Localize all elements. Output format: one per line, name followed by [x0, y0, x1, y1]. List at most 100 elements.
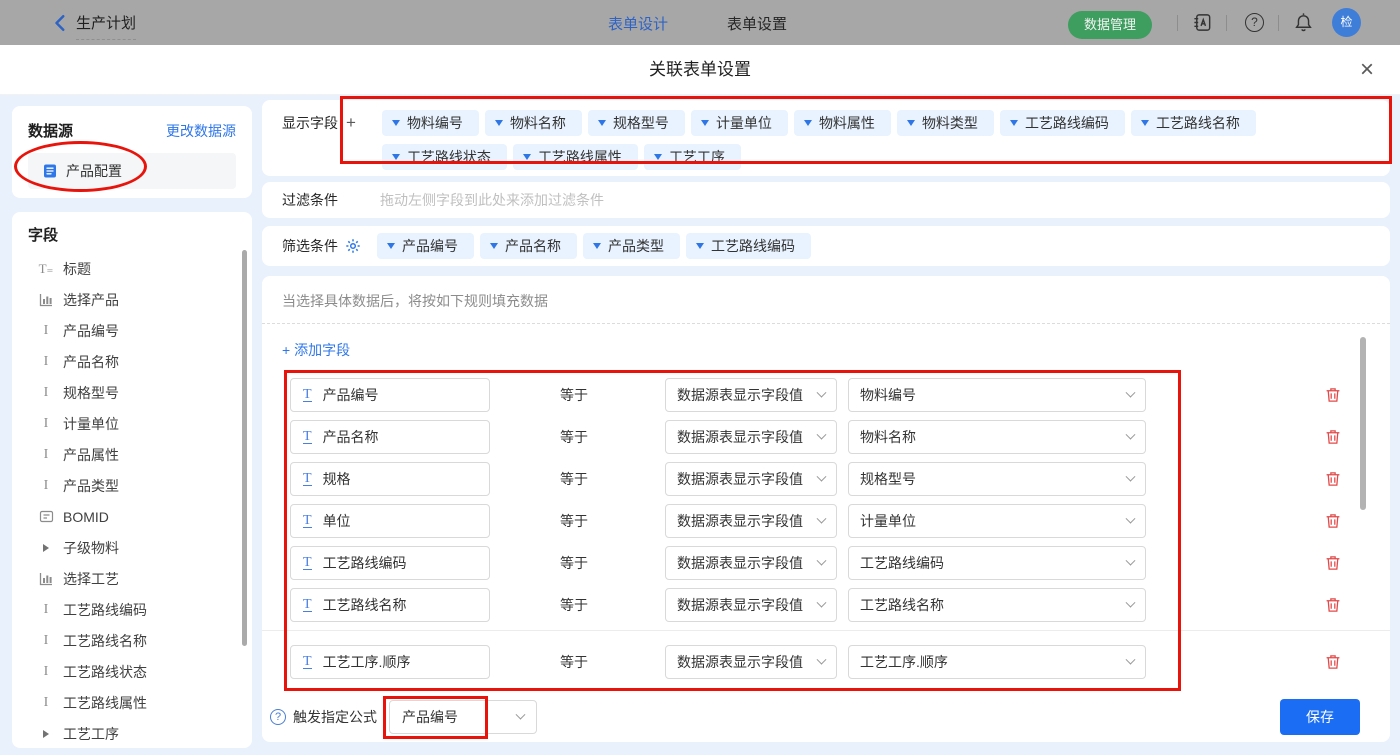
field-tag[interactable]: 计量单位 — [691, 110, 788, 136]
sidebar-field-item[interactable]: I产品属性 — [28, 439, 236, 470]
sidebar-field-item[interactable]: I产品名称 — [28, 346, 236, 377]
sidebar-field-label: 产品名称 — [63, 352, 119, 372]
rule-value-select[interactable]: 工艺路线编码 — [848, 546, 1146, 580]
rule-source-select[interactable]: 数据源表显示字段值 — [665, 588, 837, 622]
rule-value-select[interactable]: 规格型号 — [848, 462, 1146, 496]
delete-row-button[interactable] — [1324, 513, 1342, 531]
delete-row-button[interactable] — [1324, 471, 1342, 489]
field-tag-label: 工艺工序 — [669, 147, 725, 167]
rule-value-select[interactable]: 物料名称 — [848, 420, 1146, 454]
text-field-icon: I — [38, 479, 54, 493]
field-tag[interactable]: 物料属性 — [794, 110, 891, 136]
sidebar-field-item[interactable]: I工艺路线状态 — [28, 656, 236, 687]
sidebar-field-item[interactable]: I规格型号 — [28, 377, 236, 408]
change-datasource-link[interactable]: 更改数据源 — [166, 121, 236, 141]
field-tag[interactable]: 物料名称 — [485, 110, 582, 136]
rule-value-select[interactable]: 物料编号 — [848, 378, 1146, 412]
rule-target-field[interactable]: T单位 — [290, 504, 490, 538]
field-tag[interactable]: 规格型号 — [588, 110, 685, 136]
field-tag[interactable]: 工艺路线编码 — [1000, 110, 1125, 136]
chevron-down-icon — [1126, 513, 1136, 523]
help-icon[interactable]: ? — [1245, 13, 1264, 32]
data-manage-button[interactable]: 数据管理 — [1068, 11, 1152, 39]
rule-value-select[interactable]: 计量单位 — [848, 504, 1146, 538]
sidebar-field-item[interactable]: I工艺路线名称 — [28, 625, 236, 656]
rule-source-select[interactable]: 数据源表显示字段值 — [665, 462, 837, 496]
field-tag[interactable]: 工艺路线属性 — [513, 144, 638, 170]
dropdown-triangle-icon — [701, 120, 709, 126]
tab-form-design[interactable]: 表单设计 — [608, 13, 668, 34]
datasource-item-product-config[interactable]: 产品配置 — [28, 153, 236, 189]
title-icon: T₌ — [38, 261, 54, 277]
rule-operator-label: 等于 — [560, 553, 588, 573]
delete-row-button[interactable] — [1324, 429, 1342, 447]
rule-source-select[interactable]: 数据源表显示字段值 — [665, 504, 837, 538]
trigger-field-select[interactable]: 产品编号 — [389, 700, 537, 734]
dropdown-triangle-icon — [696, 243, 704, 249]
notification-bell-icon[interactable] — [1293, 12, 1314, 33]
sidebar-field-item[interactable]: 选择产品 — [28, 284, 236, 315]
sidebar-field-item[interactable]: 工艺工序 — [28, 718, 236, 749]
rule-target-field[interactable]: T规格 — [290, 462, 490, 496]
modal-header: 关联表单设置 × — [0, 45, 1400, 95]
rule-source-value: 数据源表显示字段值 — [677, 469, 803, 489]
filter-dropzone-placeholder[interactable]: 拖动左侧字段到此处来添加过滤条件 — [380, 190, 604, 210]
rule-target-field[interactable]: T产品编号 — [290, 378, 490, 412]
sidebar-field-item[interactable]: BOMID — [28, 501, 236, 532]
close-icon[interactable]: × — [1360, 55, 1374, 85]
sidebar-field-item[interactable]: I工艺路线属性 — [28, 687, 236, 718]
field-tag[interactable]: 产品名称 — [480, 233, 577, 259]
sidebar-field-item[interactable]: I产品类型 — [28, 470, 236, 501]
field-tag[interactable]: 工艺路线编码 — [686, 233, 811, 259]
add-field-link[interactable]: + 添加字段 — [262, 324, 370, 366]
sidebar-field-item[interactable]: I工艺路线编码 — [28, 594, 236, 625]
rules-scrollbar[interactable] — [1360, 337, 1366, 510]
tab-form-settings[interactable]: 表单设置 — [727, 13, 787, 34]
sidebar-field-item[interactable]: I计量单位 — [28, 408, 236, 439]
rule-value-select[interactable]: 工艺工序.顺序 — [848, 645, 1146, 679]
rule-source-select[interactable]: 数据源表显示字段值 — [665, 645, 837, 679]
field-tag[interactable]: 物料类型 — [897, 110, 994, 136]
field-tag[interactable]: 产品编号 — [377, 233, 474, 259]
sidebar-field-item[interactable]: 子级物料 — [28, 532, 236, 563]
field-tag[interactable]: 工艺路线状态 — [382, 144, 507, 170]
fields-scrollbar[interactable] — [242, 250, 247, 646]
divider — [262, 630, 1390, 631]
field-tag[interactable]: 产品类型 — [583, 233, 680, 259]
rule-source-select[interactable]: 数据源表显示字段值 — [665, 546, 837, 580]
field-tag-label: 物料类型 — [922, 113, 978, 133]
field-tag[interactable]: 物料编号 — [382, 110, 479, 136]
sidebar-field-item[interactable]: I产品编号 — [28, 315, 236, 346]
sidebar-field-item[interactable]: T₌ 标题 — [28, 253, 236, 284]
field-tag[interactable]: 工艺工序 — [644, 144, 741, 170]
help-icon: ? — [270, 709, 286, 725]
dropdown-triangle-icon — [523, 154, 531, 160]
delete-row-button[interactable] — [1324, 654, 1342, 672]
gear-icon[interactable] — [345, 238, 361, 254]
text-field-icon: T — [303, 598, 312, 612]
contacts-book-icon[interactable] — [1192, 12, 1213, 33]
rule-target-field-label: 规格 — [323, 469, 351, 489]
save-button[interactable]: 保存 — [1280, 699, 1360, 735]
delete-row-button[interactable] — [1324, 387, 1342, 405]
chevron-down-icon — [817, 429, 827, 439]
rule-source-select[interactable]: 数据源表显示字段值 — [665, 420, 837, 454]
back-chevron-icon[interactable] — [52, 14, 70, 32]
rule-target-field[interactable]: T产品名称 — [290, 420, 490, 454]
field-tag-label: 物料名称 — [510, 113, 566, 133]
delete-row-button[interactable] — [1324, 555, 1342, 573]
sidebar-field-label: 标题 — [63, 259, 91, 279]
field-tag-label: 工艺路线名称 — [1156, 113, 1240, 133]
delete-row-button[interactable] — [1324, 597, 1342, 615]
rule-source-select[interactable]: 数据源表显示字段值 — [665, 378, 837, 412]
user-avatar[interactable]: 检 — [1332, 8, 1361, 37]
field-tag[interactable]: 工艺路线名称 — [1131, 110, 1256, 136]
rule-target-field-label: 工艺路线编码 — [323, 553, 407, 573]
rule-value-select[interactable]: 工艺路线名称 — [848, 588, 1146, 622]
rule-target-field[interactable]: T工艺工序.顺序 — [290, 645, 490, 679]
sidebar-field-label: 子级物料 — [63, 538, 119, 558]
sidebar-field-item[interactable]: 选择工艺 — [28, 563, 236, 594]
add-display-field-icon[interactable]: + — [346, 110, 356, 166]
rule-target-field[interactable]: T工艺路线编码 — [290, 546, 490, 580]
rule-target-field[interactable]: T工艺路线名称 — [290, 588, 490, 622]
